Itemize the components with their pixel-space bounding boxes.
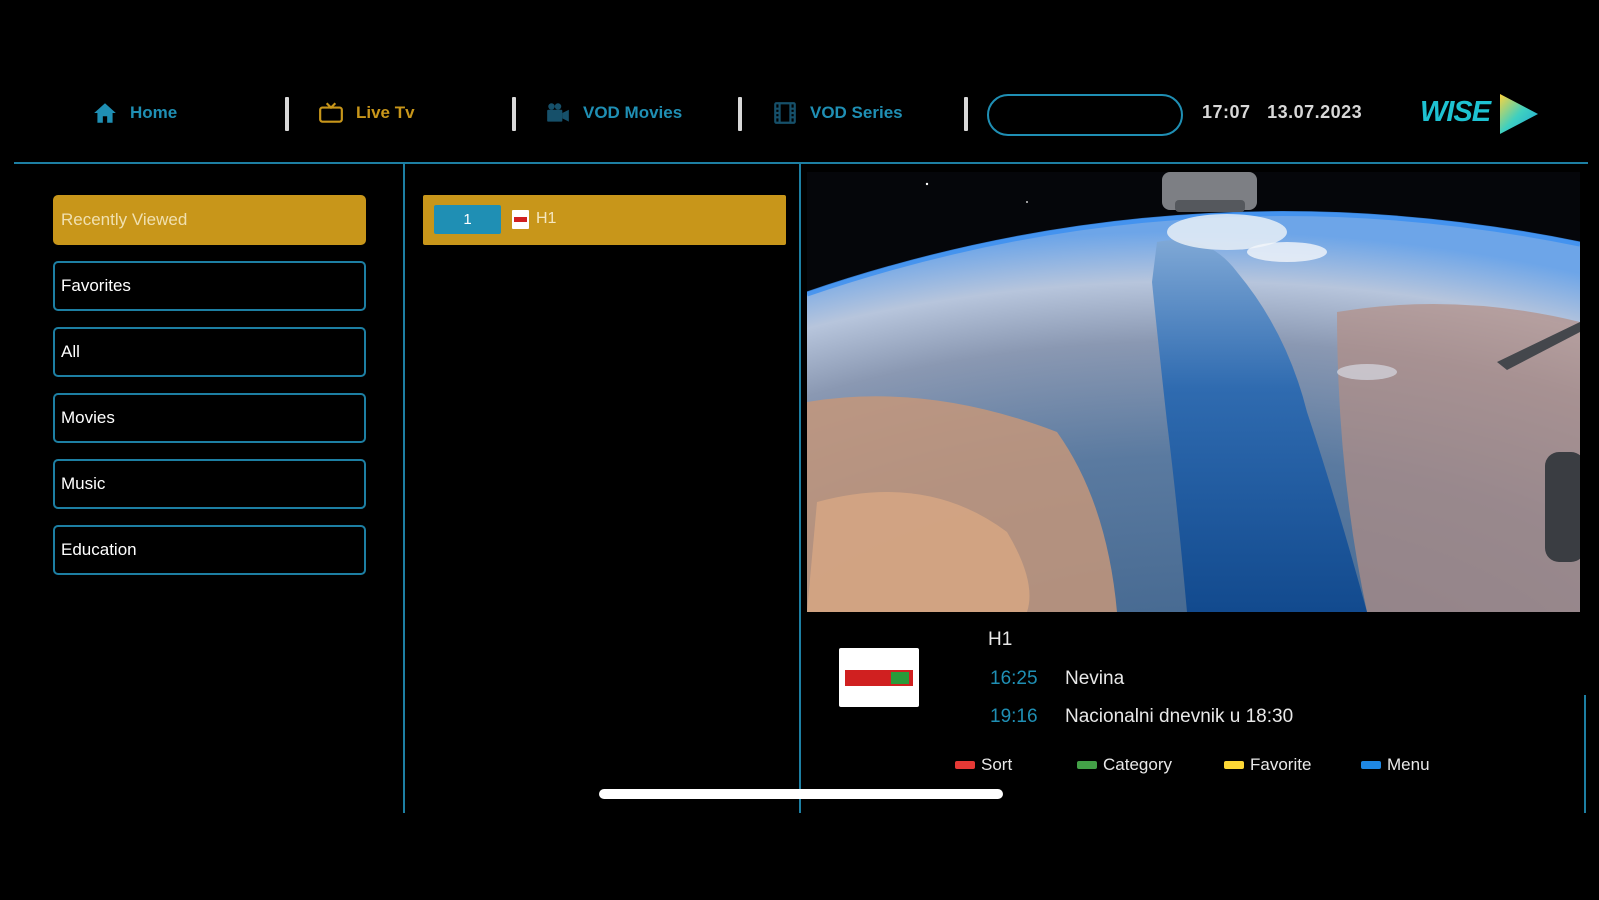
logo-text: WISE [1420, 96, 1491, 128]
home-indicator[interactable] [599, 789, 1003, 799]
column-divider-right [799, 163, 801, 813]
video-preview[interactable] [807, 172, 1580, 612]
epg-program-title: Nevina [1065, 668, 1125, 689]
earth-from-space-image [807, 172, 1580, 612]
legend-label: Favorite [1250, 755, 1312, 774]
nav-vod-series[interactable]: VOD Series [772, 100, 903, 126]
column-divider-left [403, 163, 405, 813]
category-label: Movies [61, 408, 115, 427]
movie-camera-icon [547, 103, 569, 122]
category-education[interactable]: Education [53, 525, 366, 575]
category-label: All [61, 342, 80, 361]
legend-sort[interactable]: Sort [955, 755, 1012, 775]
nav-separator [964, 97, 968, 131]
home-icon [94, 103, 116, 123]
category-music[interactable]: Music [53, 459, 366, 509]
play-logo-icon [1500, 94, 1538, 134]
green-key-icon [1077, 761, 1097, 769]
legend-label: Menu [1387, 755, 1430, 774]
nav-separator [512, 97, 516, 131]
nav-live-tv[interactable]: Live Tv [318, 100, 415, 126]
legend-label: Sort [981, 755, 1013, 774]
nav-home-label: Home [130, 103, 178, 122]
yellow-key-icon [1224, 761, 1244, 769]
epg-channel-title: H1 [988, 629, 1013, 650]
top-navigation: Home Live Tv VOD Movies VOD Series 17:07… [0, 88, 1599, 140]
category-all[interactable]: All [53, 327, 366, 377]
epg-program-title: Nacionalni dnevnik u 18:30 [1065, 706, 1294, 727]
nav-vod-movies-label: VOD Movies [583, 103, 683, 122]
legend-favorite[interactable]: Favorite [1224, 755, 1311, 775]
epg-program-time: 16:25 [990, 668, 1038, 689]
category-movies[interactable]: Movies [53, 393, 366, 443]
search-input[interactable] [987, 94, 1183, 136]
blue-key-icon [1361, 761, 1381, 769]
nav-live-tv-label: Live Tv [356, 103, 415, 122]
category-label: Recently Viewed [61, 210, 188, 229]
clock-time: 17:07 [1202, 102, 1251, 122]
category-favorites[interactable]: Favorites [53, 261, 366, 311]
tv-icon [319, 102, 343, 123]
nav-separator [738, 97, 742, 131]
channel-number: 1 [434, 205, 501, 234]
nav-vod-movies[interactable]: VOD Movies [545, 100, 682, 126]
nav-separator [285, 97, 289, 131]
header-divider [14, 162, 1588, 164]
red-key-icon [955, 761, 975, 769]
category-label: Favorites [61, 276, 131, 295]
channel-logo-icon [512, 210, 529, 229]
epg-program-time: 19:16 [990, 706, 1038, 727]
film-strip-icon [774, 102, 796, 124]
nav-vod-series-label: VOD Series [810, 103, 903, 122]
category-label: Music [61, 474, 106, 493]
category-recently-viewed[interactable]: Recently Viewed [53, 195, 366, 245]
channel-row[interactable]: 1 H1 [423, 195, 786, 245]
clock-date: 13.07.2023 [1267, 102, 1363, 122]
legend-label: Category [1103, 755, 1172, 774]
nav-home[interactable]: Home [92, 100, 177, 126]
clock: 17:07 13.07.2023 [1202, 102, 1362, 123]
panel-edge-line [1584, 695, 1586, 813]
wise-logo: WISE [1420, 90, 1540, 136]
legend-category[interactable]: Category [1077, 755, 1172, 775]
legend-menu[interactable]: Menu [1361, 755, 1430, 775]
channel-name: H1 [536, 210, 557, 227]
channel-logo-image [845, 670, 913, 686]
channel-logo [839, 648, 919, 707]
category-label: Education [61, 540, 137, 559]
